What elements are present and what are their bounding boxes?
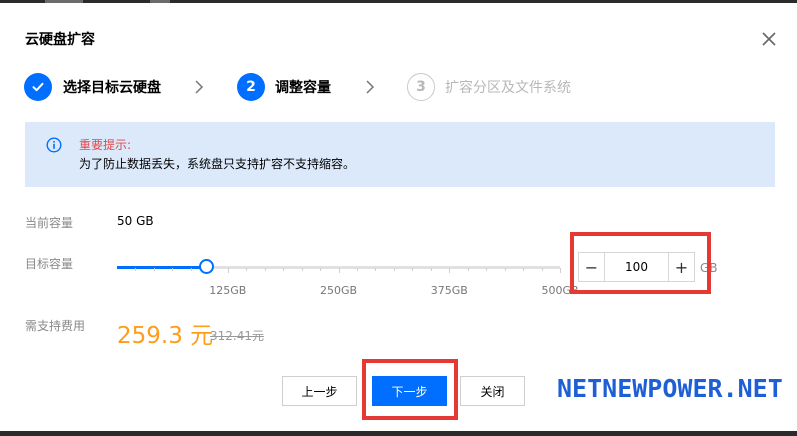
step-1-label: 选择目标云硬盘 (63, 80, 161, 96)
slider-tick (227, 268, 229, 273)
slider-minor-tick (523, 268, 525, 271)
info-icon (46, 137, 62, 153)
original-price: 312.41元 (210, 329, 264, 343)
slider-tick-label: 125GB (209, 284, 247, 297)
background-top-strip (0, 0, 797, 3)
slider-minor-tick (467, 268, 469, 271)
chevron-right-icon (195, 80, 204, 94)
slider-minor-tick (320, 268, 322, 271)
slider-minor-tick (135, 268, 137, 271)
step-3-number: 3 (407, 73, 435, 101)
slider-minor-tick (375, 268, 377, 271)
step-3-label: 扩容分区及文件系统 (445, 80, 571, 96)
slider-minor-tick (172, 268, 174, 271)
slider-tick-label: 250GB (319, 284, 358, 297)
slider-tick (560, 268, 561, 273)
slider-minor-tick (190, 268, 192, 271)
chevron-right-icon (366, 80, 375, 94)
capacity-slider-fill (117, 266, 206, 269)
step-1-check-icon (24, 73, 52, 101)
slider-minor-tick (246, 268, 248, 271)
current-capacity-label: 当前容量 (25, 216, 74, 230)
slider-minor-tick (356, 268, 358, 271)
slider-minor-tick (153, 268, 155, 271)
notice-title: 重要提示: (79, 138, 132, 152)
slider-minor-tick (393, 268, 395, 271)
notice-banner: 重要提示: 为了防止数据丢失，系统盘只支持扩容不支持缩容。 (25, 122, 775, 187)
slider-minor-tick (264, 268, 266, 271)
capacity-slider-handle[interactable] (198, 259, 214, 274)
highlight-box-next (362, 359, 458, 420)
notice-text: 为了防止数据丢失，系统盘只支持扩容不支持缩容。 (79, 157, 356, 171)
slider-tick-label: 375GB (430, 284, 468, 297)
previous-step-button[interactable]: 上一步 (282, 376, 357, 406)
background-bottom-strip (0, 431, 797, 436)
close-icon[interactable] (760, 30, 778, 48)
slider-minor-tick (412, 268, 414, 271)
slider-minor-tick (486, 268, 488, 271)
close-button[interactable]: 关闭 (460, 376, 525, 406)
background-strip-segment (150, 0, 170, 3)
price-value: 259.3 元 (117, 323, 214, 349)
slider-tick (449, 268, 451, 273)
background-strip-segment (45, 0, 83, 3)
slider-minor-tick (541, 268, 543, 271)
slider-minor-tick (301, 268, 303, 271)
step-2-number: 2 (237, 73, 265, 101)
dialog-title: 云硬盘扩容 (25, 32, 95, 48)
slider-minor-tick (283, 268, 285, 271)
slider-minor-tick (504, 268, 506, 271)
slider-tick (338, 268, 340, 273)
highlight-box-stepper (570, 232, 711, 294)
target-capacity-label: 目标容量 (25, 257, 74, 271)
slider-minor-tick (430, 268, 432, 271)
current-capacity-value: 50 GB (117, 214, 154, 228)
fee-label: 需支持费用 (25, 319, 86, 333)
watermark-text: NETNEWPOWER.NET (557, 374, 783, 403)
check-icon (32, 82, 44, 92)
step-2-label: 调整容量 (275, 80, 331, 96)
